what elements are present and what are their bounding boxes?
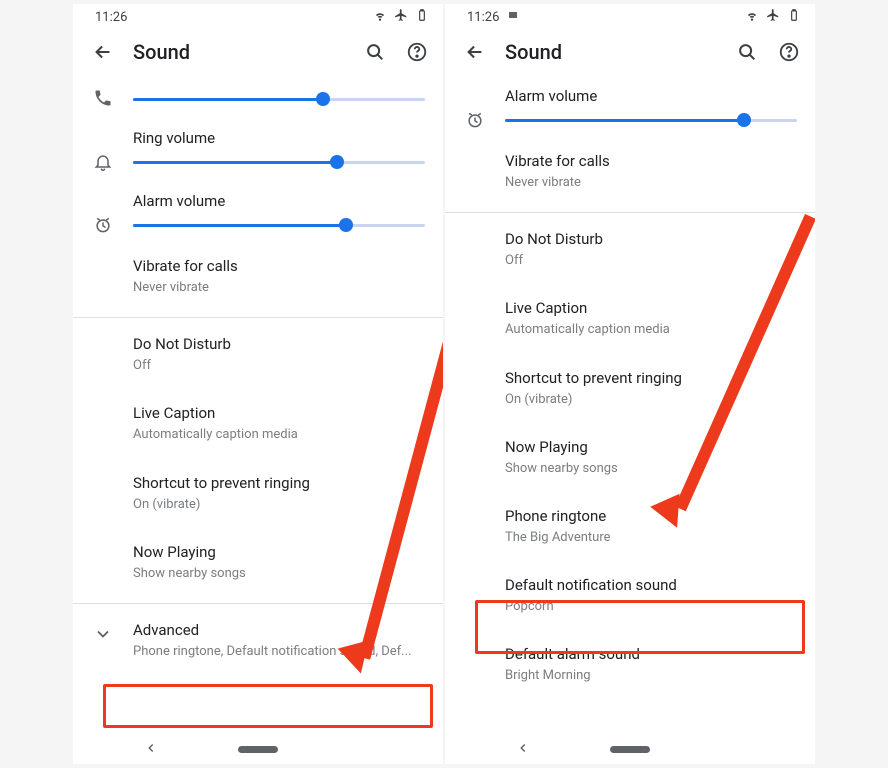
live-caption-sub: Automatically caption media xyxy=(133,426,425,444)
ringtone-title: Phone ringtone xyxy=(505,506,797,527)
notif-sub: Popcorn xyxy=(505,598,797,616)
shortcut-prevent-ringing[interactable]: Shortcut to prevent ringing On (vibrate) xyxy=(445,354,815,423)
airplane-icon xyxy=(766,8,780,26)
default-notification-sound[interactable]: Default notification sound Popcorn xyxy=(445,561,815,630)
divider xyxy=(445,212,815,213)
live-caption-title: Live Caption xyxy=(505,298,797,319)
live-caption-sub: Automatically caption media xyxy=(505,321,797,339)
phone-right: 11:26 Sound Alarm volume xyxy=(445,4,815,764)
alarm-volume-row: Alarm volume xyxy=(73,179,443,242)
wifi-icon xyxy=(373,8,387,26)
alarmsound-sub: Bright Morning xyxy=(505,667,797,685)
page-title: Sound xyxy=(133,40,345,64)
shortcut-prevent-ringing[interactable]: Shortcut to prevent ringing On (vibrate) xyxy=(73,459,443,528)
ring-volume-slider[interactable] xyxy=(133,155,425,169)
search-icon[interactable] xyxy=(735,40,759,64)
clock: 11:26 xyxy=(467,10,499,25)
screenshot-icon xyxy=(507,9,519,25)
battery-icon xyxy=(787,8,801,26)
live-caption[interactable]: Live Caption Automatically caption media xyxy=(73,389,443,458)
alarm-volume-slider[interactable] xyxy=(133,218,425,232)
page-title: Sound xyxy=(505,40,717,64)
nav-back-icon[interactable] xyxy=(144,740,158,759)
nav-bar xyxy=(73,734,443,764)
help-icon[interactable] xyxy=(777,40,801,64)
nowplaying-title: Now Playing xyxy=(133,542,425,563)
divider xyxy=(73,317,443,318)
nowplaying-title: Now Playing xyxy=(505,437,797,458)
phone-ringtone[interactable]: Phone ringtone The Big Adventure xyxy=(445,492,815,561)
vibrate-title: Vibrate for calls xyxy=(505,151,797,172)
settings-list: Ring volume Alarm volume xyxy=(73,74,443,734)
default-alarm-sound[interactable]: Default alarm sound Bright Morning xyxy=(445,630,815,699)
nav-back-icon[interactable] xyxy=(516,740,530,759)
now-playing[interactable]: Now Playing Show nearby songs xyxy=(73,528,443,597)
shortcut-sub: On (vibrate) xyxy=(505,391,797,409)
ring-volume-label: Ring volume xyxy=(133,128,425,149)
status-icons xyxy=(373,8,429,26)
status-bar: 11:26 xyxy=(73,4,443,30)
dnd-title: Do Not Disturb xyxy=(133,334,425,355)
settings-list: Alarm volume Vibrate for calls Never vib… xyxy=(445,74,815,734)
ringtone-sub: The Big Adventure xyxy=(505,529,797,547)
back-icon[interactable] xyxy=(463,40,487,64)
vibrate-title: Vibrate for calls xyxy=(133,256,425,277)
advanced-title: Advanced xyxy=(133,620,425,641)
call-volume-slider[interactable] xyxy=(133,92,425,106)
battery-icon xyxy=(415,8,429,26)
live-caption[interactable]: Live Caption Automatically caption media xyxy=(445,284,815,353)
status-bar: 11:26 xyxy=(445,4,815,30)
phone-icon xyxy=(91,88,115,108)
nowplaying-sub: Show nearby songs xyxy=(133,565,425,583)
nav-home-pill[interactable] xyxy=(238,746,278,753)
dnd-title: Do Not Disturb xyxy=(505,229,797,250)
dnd-sub: Off xyxy=(133,357,425,375)
phone-left: 11:26 Sound Ri xyxy=(73,4,443,764)
wifi-icon xyxy=(745,8,759,26)
now-playing[interactable]: Now Playing Show nearby songs xyxy=(445,423,815,492)
nav-home-pill[interactable] xyxy=(610,746,650,753)
airplane-icon xyxy=(394,8,408,26)
notif-title: Default notification sound xyxy=(505,575,797,596)
vibrate-sub: Never vibrate xyxy=(505,174,797,192)
bell-icon xyxy=(91,152,115,172)
nav-bar xyxy=(445,734,815,764)
app-bar: Sound xyxy=(445,30,815,74)
dnd-sub: Off xyxy=(505,252,797,270)
alarmsound-title: Default alarm sound xyxy=(505,644,797,665)
search-icon[interactable] xyxy=(363,40,387,64)
shortcut-title: Shortcut to prevent ringing xyxy=(505,368,797,389)
back-icon[interactable] xyxy=(91,40,115,64)
vibrate-for-calls[interactable]: Vibrate for calls Never vibrate xyxy=(445,137,815,206)
vibrate-for-calls[interactable]: Vibrate for calls Never vibrate xyxy=(73,242,443,311)
do-not-disturb[interactable]: Do Not Disturb Off xyxy=(73,320,443,389)
ring-volume-row: Ring volume xyxy=(73,116,443,179)
chevron-down-icon xyxy=(91,624,115,644)
shortcut-sub: On (vibrate) xyxy=(133,496,425,514)
alarm-volume-row: Alarm volume xyxy=(445,74,815,137)
shortcut-title: Shortcut to prevent ringing xyxy=(133,473,425,494)
advanced[interactable]: Advanced Phone ringtone, Default notific… xyxy=(73,606,443,671)
help-icon[interactable] xyxy=(405,40,429,64)
advanced-sub: Phone ringtone, Default notification sou… xyxy=(133,643,425,661)
app-bar: Sound xyxy=(73,30,443,74)
live-caption-title: Live Caption xyxy=(133,403,425,424)
vibrate-sub: Never vibrate xyxy=(133,279,425,297)
do-not-disturb[interactable]: Do Not Disturb Off xyxy=(445,215,815,284)
alarm-icon xyxy=(463,110,487,130)
nowplaying-sub: Show nearby songs xyxy=(505,460,797,478)
alarm-volume-label: Alarm volume xyxy=(505,86,797,107)
status-icons xyxy=(745,8,801,26)
divider xyxy=(73,603,443,604)
clock: 11:26 xyxy=(95,10,127,25)
alarm-volume-label: Alarm volume xyxy=(133,191,425,212)
call-volume-row xyxy=(73,74,443,116)
alarm-volume-slider[interactable] xyxy=(505,113,797,127)
alarm-icon xyxy=(91,215,115,235)
